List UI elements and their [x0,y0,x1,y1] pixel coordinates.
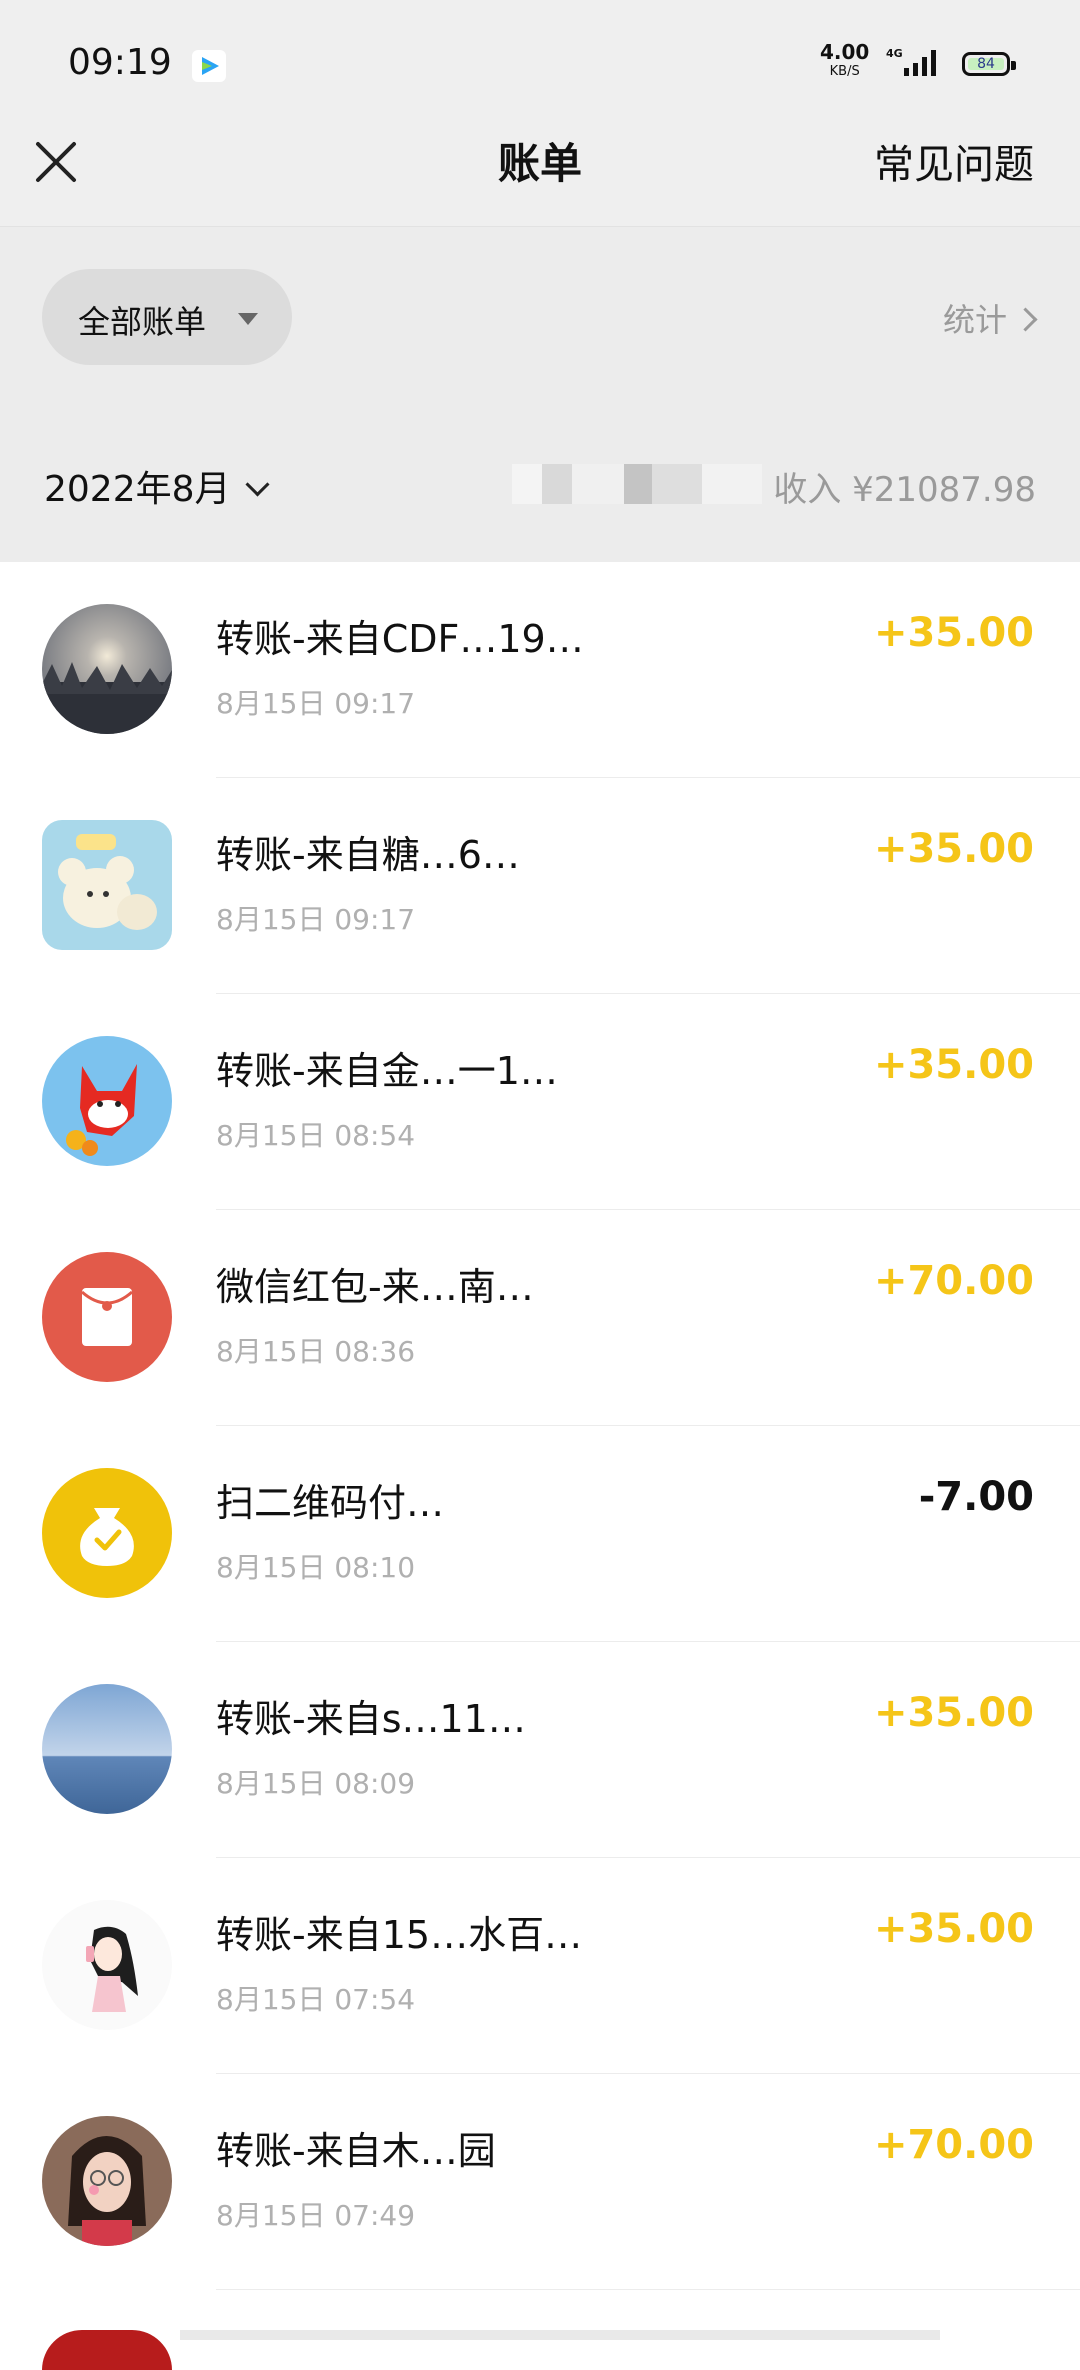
net-speed-value: 4.00 [820,40,870,64]
month-selector[interactable]: 2022年8月 [44,460,270,512]
winter-trees-avatar [42,604,172,734]
transaction-date: 8月15日 09:17 [216,903,416,936]
faq-link[interactable]: 常见问题 [874,132,1034,190]
chevron-right-icon [1013,307,1038,332]
status-bar: 09:19 4.00 KB/S 4G 84 [0,0,1080,130]
transaction-date: 8月15日 08:36 [216,1335,416,1368]
battery-icon: 84 [962,52,1016,76]
transaction-amount: +70.00 [873,2122,1034,2168]
transaction-date: 8月15日 07:54 [216,1983,416,2016]
transaction-title: 转账-来自15…水百… [216,1913,583,1957]
transaction-amount: -7.00 [918,1474,1034,1520]
net-speed: 4.00 KB/S [820,42,869,82]
transaction-date: 8月15日 09:17 [216,687,416,720]
statistics-link[interactable]: 统计 [942,295,1038,341]
bill-type-dropdown[interactable]: 全部账单 [42,269,292,365]
filter-bar: 全部账单 统计 [0,226,1080,413]
transaction-amount: +35.00 [873,826,1034,872]
transaction-title: 转账-来自木…园 [216,2129,496,2173]
transaction-title: 转账-来自金…一1… [216,1049,558,1093]
top-bar: 09:19 4.00 KB/S 4G 84 账单 常见问题 [0,0,1080,226]
red-fox-cartoon-avatar [42,1036,172,1166]
battery-level: 84 [968,57,1004,71]
transaction-amount: +35.00 [873,1042,1034,1088]
transaction-row[interactable] [0,2290,1080,2370]
transaction-row[interactable]: 转账-来自金…一1… 8月15日 08:54 +35.00 [0,994,1080,1210]
home-indicator [180,2330,940,2340]
net-speed-unit: KB/S [829,64,860,79]
caret-down-icon [238,313,258,325]
transaction-row[interactable]: 转账-来自CDF…19… 8月15日 09:17 +35.00 [0,562,1080,778]
transaction-row[interactable]: 扫二维码付… 8月15日 08:10 -7.00 [0,1426,1080,1642]
bill-type-label: 全部账单 [78,303,207,341]
transaction-row[interactable]: 微信红包-来…南… 8月15日 08:36 +70.00 [0,1210,1080,1426]
transaction-amount: +35.00 [873,1906,1034,1952]
month-label: 2022年8月 [44,469,231,510]
month-income: 收入 ¥21087.98 [773,470,1036,510]
transaction-title: 扫二维码付… [216,1481,445,1525]
transaction-title: 转账-来自CDF…19… [216,617,584,661]
chevron-down-icon [245,472,270,497]
transaction-amount: +70.00 [873,1258,1034,1304]
transaction-date: 8月15日 07:49 [216,2199,416,2232]
transaction-list: 转账-来自CDF…19… 8月15日 09:17 +35.00 转账-来自糖…6… [0,562,1080,2370]
transaction-amount: +35.00 [873,1690,1034,1736]
transaction-date: 8月15日 08:10 [216,1551,416,1584]
transaction-date: 8月15日 08:54 [216,1119,416,1152]
partial-avatar [42,2330,172,2370]
transaction-row[interactable]: 转账-来自s…11… 8月15日 08:09 +35.00 [0,1642,1080,1858]
transaction-title: 转账-来自s…11… [216,1697,526,1741]
woman-photo-avatar [42,2116,172,2246]
redacted-expense-summary [512,464,762,504]
transaction-row[interactable]: 转账-来自15…水百… 8月15日 07:54 +35.00 [0,1858,1080,2074]
girl-drawing-avatar [42,1900,172,2030]
red-packet-icon [42,1252,172,1382]
transaction-date: 8月15日 08:09 [216,1767,416,1800]
month-header: 2022年8月 收入 ¥21087.98 [0,412,1080,562]
transaction-title: 转账-来自糖…6… [216,833,520,877]
transaction-row[interactable]: 转账-来自木…园 8月15日 07:49 +70.00 [0,2074,1080,2290]
transaction-title: 微信红包-来…南… [216,1265,534,1309]
qr-pay-icon [42,1468,172,1598]
cartoon-mice-avatar [42,820,172,950]
sea-sky-avatar [42,1684,172,1814]
transaction-amount: +35.00 [873,610,1034,656]
network-type: 4G [886,47,903,60]
signal-4g-icon: 4G [886,47,936,76]
status-time: 09:19 [68,42,172,83]
statistics-label: 统计 [942,301,1007,339]
video-app-icon [192,50,226,82]
transaction-row[interactable]: 转账-来自糖…6… 8月15日 09:17 +35.00 [0,778,1080,994]
